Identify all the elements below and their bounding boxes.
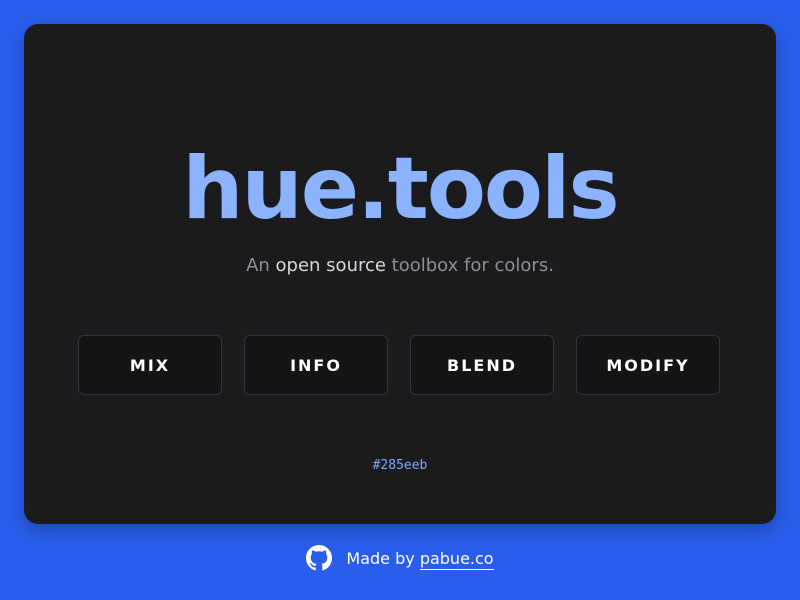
tagline-prefix: An: [246, 255, 276, 276]
blend-button[interactable]: BLEND: [410, 335, 554, 395]
tagline-suffix: toolbox for colors.: [385, 255, 554, 276]
app-title: hue.tools: [182, 139, 619, 239]
tagline: An open source toolbox for colors.: [24, 254, 776, 278]
tool-buttons: MIX INFO BLEND MODIFY: [78, 335, 722, 397]
mix-button[interactable]: MIX: [78, 335, 222, 395]
github-icon[interactable]: [306, 545, 333, 571]
current-color-hex[interactable]: #285eeb: [24, 457, 776, 475]
author-link[interactable]: pabue.co: [419, 548, 494, 570]
tagline-open-source: open source: [275, 255, 386, 276]
footer: Made by pabue.co: [0, 544, 800, 572]
main-card: hue.tools An open source toolbox for col…: [24, 24, 776, 524]
made-by-text: Made by pabue.co: [346, 548, 494, 570]
info-button[interactable]: INFO: [244, 335, 388, 395]
made-by-prefix: Made by: [346, 548, 420, 568]
modify-button[interactable]: MODIFY: [576, 335, 720, 395]
